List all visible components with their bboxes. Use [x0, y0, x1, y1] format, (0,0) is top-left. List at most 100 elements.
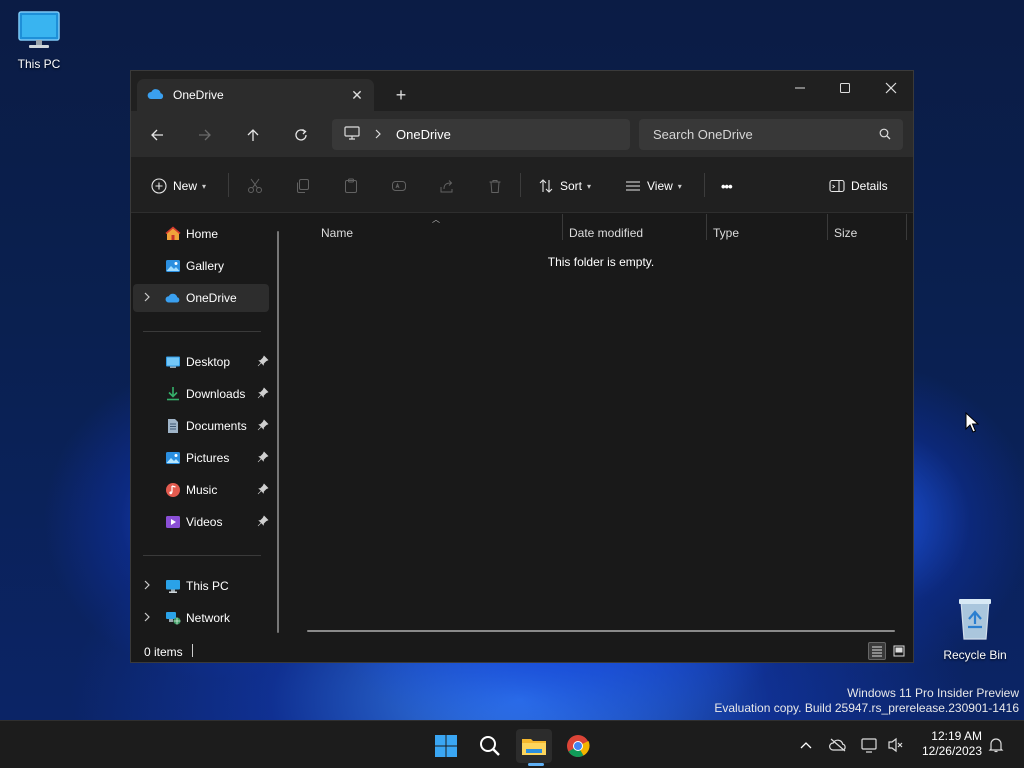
paste-button[interactable]	[343, 175, 359, 197]
sidebar-item-onedrive[interactable]: OneDrive	[133, 284, 269, 312]
sidebar-item-label: Desktop	[186, 355, 231, 369]
taskbar-search-button[interactable]	[472, 729, 508, 763]
status-divider	[192, 644, 193, 657]
pin-icon[interactable]	[257, 355, 269, 370]
back-button[interactable]	[145, 123, 169, 147]
chevron-right-icon[interactable]	[143, 292, 151, 305]
up-button[interactable]	[241, 123, 265, 147]
pin-icon[interactable]	[257, 515, 269, 530]
rename-button[interactable]	[391, 175, 407, 197]
details-button[interactable]: Details	[829, 175, 888, 197]
taskbar-chrome[interactable]	[560, 729, 596, 763]
arrow-up-icon	[247, 129, 259, 141]
scissors-icon	[248, 178, 262, 193]
file-list-pane: ︿ Name Date modified Type Size This fold…	[289, 214, 913, 640]
column-header-name[interactable]: Name	[321, 226, 353, 240]
sort-button[interactable]: Sort ▾	[538, 175, 591, 197]
copy-button[interactable]	[295, 175, 311, 197]
tab-close-icon[interactable]: ✕	[348, 86, 366, 104]
new-label: New	[173, 179, 198, 193]
volume-tray-button[interactable]	[886, 735, 906, 755]
desktop-icon-recycle-bin[interactable]: Recycle Bin	[937, 597, 1013, 662]
pin-icon[interactable]	[257, 387, 269, 402]
column-divider[interactable]	[706, 214, 707, 240]
sidebar-item-home[interactable]: Home	[133, 220, 269, 248]
horizontal-scrollbar[interactable]	[307, 630, 895, 632]
more-options-button[interactable]: •••	[721, 175, 733, 197]
sidebar-item-network[interactable]: Network	[133, 604, 269, 632]
sidebar-scrollbar[interactable]	[277, 231, 279, 633]
search-box[interactable]	[639, 119, 903, 150]
column-header-date-modified[interactable]: Date modified	[569, 226, 643, 240]
copy-icon	[297, 179, 309, 193]
refresh-button[interactable]	[289, 123, 313, 147]
sort-icon	[539, 179, 553, 193]
desktop-icon-label: Recycle Bin	[943, 648, 1007, 662]
show-hidden-icons-button[interactable]	[796, 735, 816, 755]
chevron-right-icon[interactable]	[374, 128, 382, 142]
chevron-right-icon[interactable]	[143, 580, 151, 593]
column-header-type[interactable]: Type	[713, 226, 739, 240]
ellipsis-icon: •••	[721, 178, 733, 194]
column-header-size[interactable]: Size	[834, 226, 857, 240]
new-button[interactable]: New ▾	[151, 175, 206, 197]
sidebar-item-documents[interactable]: Documents	[133, 412, 269, 440]
column-divider[interactable]	[562, 214, 563, 240]
sidebar-item-label: Home	[186, 227, 219, 241]
tab-onedrive[interactable]: OneDrive ✕	[137, 79, 374, 111]
address-bar[interactable]: OneDrive	[332, 119, 630, 150]
title-bar: OneDrive ✕ +	[131, 71, 913, 111]
sidebar-item-music[interactable]: Music	[133, 476, 269, 504]
taskbar-clock[interactable]: 12:19 AM 12/26/2023	[916, 729, 982, 759]
network-tray-button[interactable]	[860, 735, 880, 755]
notifications-button[interactable]	[986, 735, 1006, 755]
details-pane-icon	[829, 179, 845, 193]
details-label: Details	[851, 179, 888, 193]
chrome-icon	[567, 735, 590, 757]
sidebar-item-label: Videos	[186, 515, 223, 529]
sidebar-item-pictures[interactable]: Pictures	[133, 444, 269, 472]
chevron-right-icon[interactable]	[143, 612, 151, 625]
tiles-view-button[interactable]	[890, 642, 908, 660]
sidebar-item-gallery[interactable]: Gallery	[133, 252, 269, 280]
start-icon	[435, 735, 457, 757]
pin-icon[interactable]	[257, 483, 269, 498]
sidebar-item-downloads[interactable]: Downloads	[133, 380, 269, 408]
minimize-button[interactable]	[777, 73, 823, 103]
sidebar-item-this-pc[interactable]: This PC	[133, 572, 269, 600]
this-pc-icon	[165, 578, 181, 594]
plus-circle-icon	[151, 178, 167, 194]
forward-button[interactable]	[193, 123, 217, 147]
desktop-icon-label: This PC	[17, 57, 61, 71]
column-divider[interactable]	[906, 214, 907, 240]
pin-icon[interactable]	[257, 451, 269, 466]
taskbar-file-explorer[interactable]	[516, 729, 552, 763]
sidebar-item-videos[interactable]: Videos	[133, 508, 269, 536]
close-window-button[interactable]	[868, 73, 914, 103]
column-divider[interactable]	[827, 214, 828, 240]
pictures-icon	[165, 450, 181, 466]
pin-icon[interactable]	[257, 419, 269, 434]
maximize-button[interactable]	[822, 73, 868, 103]
cut-button[interactable]	[247, 175, 263, 197]
start-button[interactable]	[428, 729, 464, 763]
onedrive-tray-button[interactable]	[828, 735, 848, 755]
new-tab-button[interactable]: +	[391, 85, 411, 105]
delete-button[interactable]	[487, 175, 503, 197]
share-button[interactable]	[439, 175, 455, 197]
close-icon	[885, 82, 897, 94]
search-input[interactable]	[653, 127, 863, 142]
item-count: 0 items	[144, 645, 183, 659]
breadcrumb-onedrive[interactable]: OneDrive	[396, 127, 451, 142]
view-icon	[626, 181, 640, 191]
view-button[interactable]: View ▾	[625, 175, 682, 197]
onedrive-cloud-icon	[147, 88, 165, 103]
empty-folder-message: This folder is empty.	[547, 255, 655, 269]
details-view-button[interactable]	[868, 642, 886, 660]
sidebar-item-desktop[interactable]: Desktop	[133, 348, 269, 376]
status-bar: 0 items	[131, 640, 913, 662]
downloads-icon	[165, 386, 181, 402]
watermark-line: Windows 11 Pro Insider Preview	[847, 686, 1019, 700]
desktop-icon-this-pc[interactable]: This PC	[1, 10, 77, 71]
this-pc-icon[interactable]	[344, 126, 360, 143]
